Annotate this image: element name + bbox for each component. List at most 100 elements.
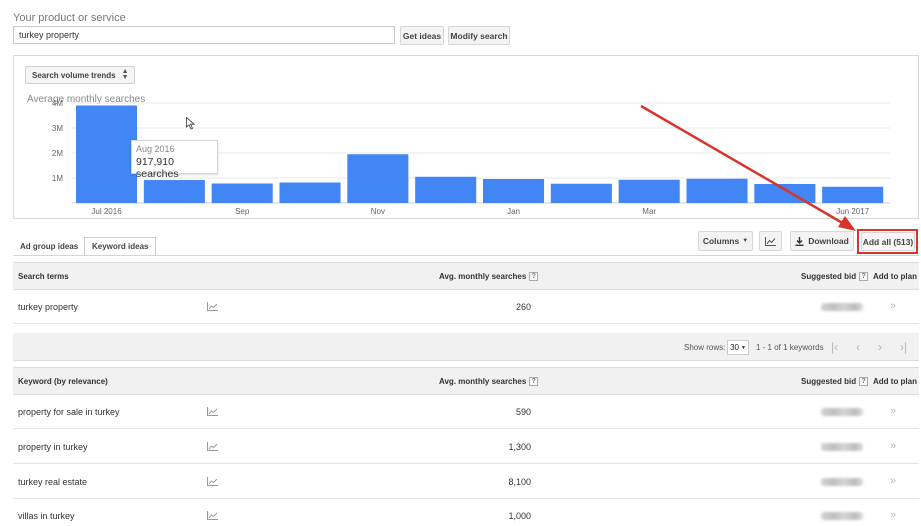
keyword-text[interactable]: property for sale in turkey [18, 407, 120, 417]
dropdown-caret-icon: ▼ [740, 344, 746, 351]
col-search-terms: Search terms [18, 272, 69, 281]
search-label: Your product or service [13, 12, 126, 24]
get-ideas-button[interactable]: Get ideas [400, 26, 444, 45]
col-keyword-by-relevance: Keyword (by relevance) [18, 377, 108, 386]
keyword-text[interactable]: turkey real estate [18, 477, 87, 487]
line-chart-icon [765, 236, 776, 246]
table-row: property in turkey 1,300 » [13, 430, 919, 464]
download-icon [795, 236, 804, 246]
table-row: property for sale in turkey 590 » [13, 395, 919, 429]
help-icon[interactable]: ? [859, 377, 869, 387]
table-row: turkey real estate 8,100 » [13, 465, 919, 499]
col-add-to-plan: Add to plan [873, 377, 917, 386]
columns-label: Columns [702, 236, 740, 246]
chart-bar[interactable] [686, 178, 748, 203]
add-to-plan-chevron-icon[interactable]: » [890, 300, 896, 312]
x-tick-label: Jun 2017 [836, 207, 869, 216]
col-avg-monthly-searches-label: Avg. monthly searches [439, 272, 527, 281]
chart-bar[interactable] [618, 179, 680, 203]
col-suggested-bid-label: Suggested bid [801, 272, 857, 281]
avg-searches-value: 590 [515, 407, 531, 417]
trend-chart-icon[interactable] [207, 407, 218, 416]
col-avg-monthly-searches: Avg. monthly searches? [439, 272, 539, 282]
first-page-icon[interactable]: |‹ [831, 340, 838, 354]
suggested-bid-blurred [821, 478, 863, 486]
col-add-to-plan: Add to plan [873, 272, 917, 281]
tab-divider [13, 255, 919, 256]
col-suggested-bid: Suggested bid? [801, 377, 869, 387]
chart-bar[interactable] [822, 186, 884, 203]
x-tick-label: Jan [507, 207, 520, 216]
col-suggested-bid: Suggested bid? [801, 272, 869, 282]
keyword-text[interactable]: turkey property [18, 302, 78, 312]
avg-searches-value: 1,300 [508, 442, 531, 452]
chart-bar[interactable] [415, 176, 477, 203]
prev-page-icon[interactable]: ‹ [856, 340, 860, 354]
pagination-range: 1 - 1 of 1 keywords [756, 343, 824, 352]
chart-bar[interactable] [483, 179, 545, 203]
rows-per-page-select[interactable]: 30 ▼ [727, 340, 749, 355]
mouse-cursor-icon [186, 117, 195, 130]
add-to-plan-chevron-icon[interactable]: » [890, 405, 896, 417]
product-search-input[interactable] [13, 26, 395, 44]
trend-chart-icon[interactable] [207, 442, 218, 451]
y-tick-label: 2M [52, 149, 63, 158]
modify-search-button[interactable]: Modify search [448, 26, 510, 45]
table-row: turkey property 260 » [13, 290, 919, 324]
tab-keyword-ideas[interactable]: Keyword ideas [84, 237, 157, 256]
dropdown-caret-icon: ▼ [742, 238, 749, 244]
col-avg-monthly-searches: Avg. monthly searches? [439, 377, 539, 387]
chart-bar[interactable] [211, 183, 273, 204]
add-all-highlight-box [857, 229, 918, 254]
show-rows-label: Show rows: [684, 343, 726, 352]
tooltip-value: 917,910 searches [136, 156, 179, 180]
add-to-plan-chevron-icon[interactable]: » [890, 475, 896, 487]
suggested-bid-blurred [821, 443, 863, 451]
suggested-bid-blurred [821, 303, 863, 311]
x-tick-label: Sep [235, 207, 250, 216]
download-button[interactable]: Download [790, 231, 854, 251]
trend-chart-icon[interactable] [207, 511, 218, 520]
add-to-plan-chevron-icon[interactable]: » [890, 509, 896, 521]
columns-button[interactable]: Columns ▼ [698, 231, 753, 251]
avg-searches-value: 1,000 [508, 511, 531, 521]
chart-bar[interactable] [754, 184, 816, 203]
col-suggested-bid-label: Suggested bid [801, 377, 857, 386]
chart-bar[interactable] [143, 180, 205, 203]
y-tick-label: 1M [52, 174, 63, 183]
col-avg-monthly-searches-label: Avg. monthly searches [439, 377, 527, 386]
keyword-ideas-header: Keyword (by relevance) Avg. monthly sear… [13, 367, 919, 395]
chart-bar[interactable] [550, 183, 612, 203]
keyword-text[interactable]: villas in turkey [18, 511, 75, 521]
y-tick-label: 3M [52, 124, 63, 133]
chart-panel: Search volume trends ▲ ▼ Average monthly … [13, 55, 919, 219]
trend-chart-icon[interactable] [207, 477, 218, 486]
tab-ad-group-ideas[interactable]: Ad group ideas [13, 237, 85, 256]
help-icon[interactable]: ? [529, 377, 539, 387]
rows-per-page-value: 30 [730, 343, 739, 352]
pagination-bar: Show rows: 30 ▼ 1 - 1 of 1 keywords |‹ ‹ … [13, 333, 919, 361]
next-page-icon[interactable]: › [878, 340, 882, 354]
table-row: villas in turkey 1,000 » [13, 500, 919, 526]
help-icon[interactable]: ? [529, 272, 539, 282]
tooltip-month: Aug 2016 [136, 144, 175, 154]
suggested-bid-blurred [821, 512, 863, 520]
chart-toggle-button[interactable] [759, 231, 782, 251]
search-volume-chart: 1M 2M 3M 4M Jul 2016 Sep Nov Jan Mar Jun 2017 [52, 99, 890, 216]
y-tick-label: 4M [52, 99, 63, 108]
download-label: Download [808, 236, 849, 246]
x-tick-label: Mar [642, 207, 656, 216]
chart-bar[interactable] [279, 182, 341, 204]
chart-tooltip: Aug 2016 917,910 searches [131, 140, 218, 180]
x-tick-label: Jul 2016 [91, 207, 122, 216]
trend-chart-icon[interactable] [207, 302, 218, 311]
chart-bar[interactable] [347, 154, 409, 203]
help-icon[interactable]: ? [859, 272, 869, 282]
chart-bar[interactable] [76, 105, 138, 204]
keyword-text[interactable]: property in turkey [18, 442, 88, 452]
search-terms-header: Search terms Avg. monthly searches? Sugg… [13, 262, 919, 290]
add-to-plan-chevron-icon[interactable]: » [890, 440, 896, 452]
last-page-icon[interactable]: ›| [900, 340, 907, 354]
avg-searches-value: 260 [515, 302, 531, 312]
suggested-bid-blurred [821, 408, 863, 416]
